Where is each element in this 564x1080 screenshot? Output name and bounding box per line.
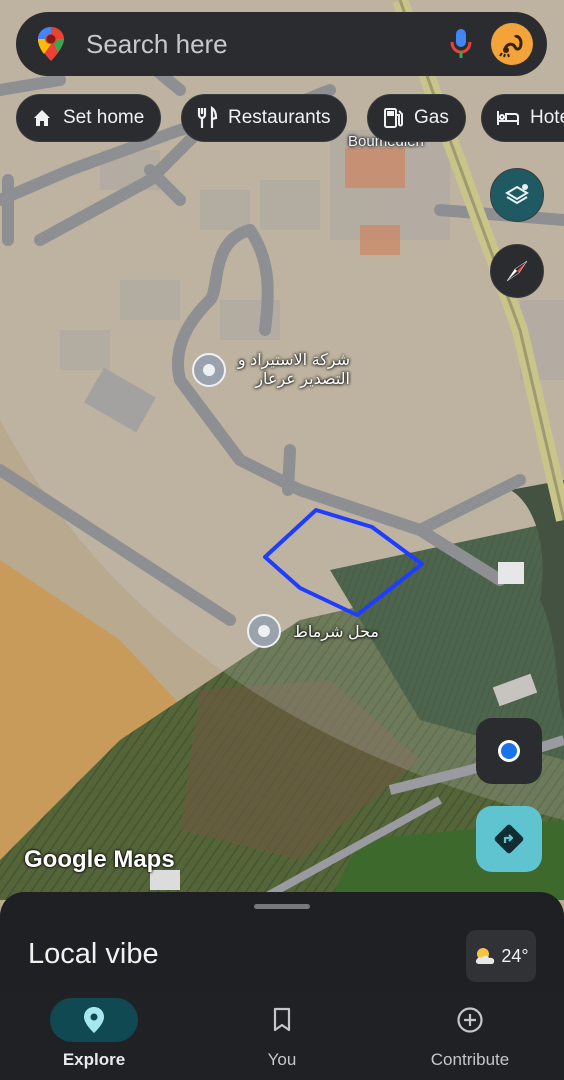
chip-hotels[interactable]: Hote bbox=[481, 94, 564, 142]
compass-button[interactable] bbox=[490, 244, 544, 298]
nav-explore-indicator bbox=[50, 998, 138, 1042]
bottom-sheet[interactable]: Local vibe 24° bbox=[0, 892, 564, 992]
nav-label-explore: Explore bbox=[62, 1050, 126, 1069]
directions-icon bbox=[494, 824, 524, 854]
fork-knife-icon bbox=[197, 106, 218, 128]
directions-button[interactable] bbox=[476, 806, 542, 872]
home-icon bbox=[34, 110, 50, 126]
chip-set-home[interactable]: Set home bbox=[16, 94, 162, 142]
partly-cloudy-icon bbox=[476, 948, 495, 964]
temperature-text: 24° bbox=[501, 945, 529, 966]
place-marker-company bbox=[192, 353, 226, 387]
microphone-icon[interactable] bbox=[447, 27, 475, 61]
nav-you[interactable]: You bbox=[207, 992, 357, 1080]
nav-contribute-indicator bbox=[426, 998, 514, 1042]
account-avatar[interactable] bbox=[491, 23, 533, 65]
nav-explore[interactable]: Explore bbox=[19, 992, 169, 1080]
chip-gas[interactable]: Gas bbox=[367, 94, 466, 142]
map-label-company[interactable]: شركة الاستيراد و التصدير عرعار bbox=[230, 351, 350, 389]
map-label-shop[interactable]: محل شرماط bbox=[284, 623, 379, 642]
google-maps-pin-icon bbox=[38, 27, 64, 61]
location-pin-icon bbox=[84, 1007, 104, 1033]
my-location-icon bbox=[498, 740, 520, 762]
my-location-button[interactable] bbox=[476, 718, 542, 784]
layers-icon bbox=[505, 184, 529, 205]
local-vibe-title: Local vibe bbox=[28, 938, 159, 970]
chip-label: Restaurants bbox=[228, 107, 331, 128]
place-marker-shop bbox=[247, 614, 281, 648]
nav-contribute[interactable]: Contribute bbox=[395, 992, 545, 1080]
add-circle-icon bbox=[457, 1007, 483, 1033]
search-input[interactable]: Search here bbox=[86, 29, 447, 60]
weather-badge[interactable]: 24° bbox=[466, 930, 536, 982]
nav-you-indicator bbox=[238, 998, 326, 1042]
bookmark-icon bbox=[273, 1007, 291, 1032]
scorpion-avatar-icon bbox=[499, 34, 523, 58]
bottom-navigation: Explore You Contribute bbox=[0, 992, 564, 1080]
nav-label-contribute: Contribute bbox=[430, 1050, 510, 1069]
sheet-drag-handle[interactable] bbox=[254, 904, 310, 909]
chip-label: Hote bbox=[530, 107, 564, 128]
gas-station-icon bbox=[384, 108, 403, 128]
bed-icon bbox=[497, 111, 519, 125]
nav-label-you: You bbox=[267, 1050, 297, 1069]
chip-restaurants[interactable]: Restaurants bbox=[181, 94, 348, 142]
chip-label: Gas bbox=[414, 107, 449, 128]
google-maps-logo: Google Maps bbox=[24, 846, 175, 873]
compass-icon bbox=[506, 260, 528, 282]
search-bar[interactable]: Search here bbox=[16, 12, 547, 76]
chip-label: Set home bbox=[63, 107, 145, 128]
layers-button[interactable] bbox=[490, 168, 544, 222]
